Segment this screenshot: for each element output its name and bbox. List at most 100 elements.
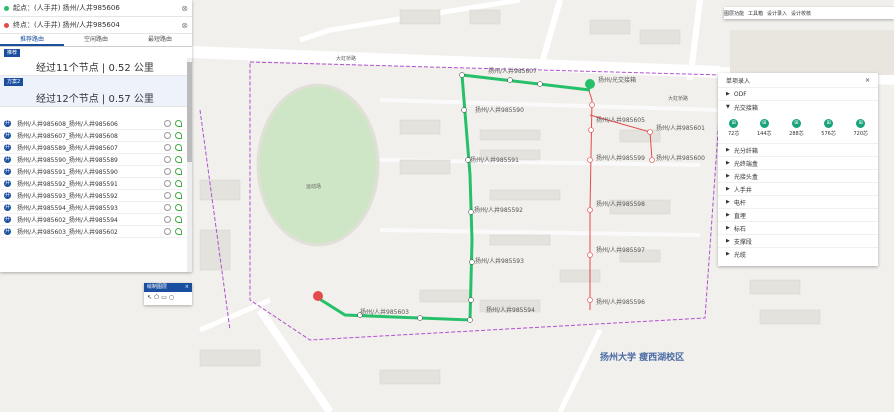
category-item[interactable]: ▶ 光分纤箱 <box>718 143 878 156</box>
category-item[interactable]: ▶ 人手井 <box>718 182 878 195</box>
tab-shortest[interactable]: 最短路由 <box>128 34 192 46</box>
end-point-row[interactable]: 终点：(人手井) 扬州/人井985604 ⊗ <box>0 17 192 34</box>
category-item[interactable]: ▶ 标石 <box>718 221 878 234</box>
stadium-field <box>256 83 380 247</box>
category-cross-box[interactable]: ▼ 光交接箱 <box>718 100 878 113</box>
rect-icon[interactable]: ▭ <box>161 294 167 301</box>
category-item[interactable]: ▶ 直埋 <box>718 208 878 221</box>
start-marker-icon[interactable] <box>313 291 323 301</box>
locate-icon[interactable] <box>164 228 171 235</box>
list-item[interactable]: 井扬州/人井985591_扬州/人井985590 <box>0 166 186 178</box>
tab-idle[interactable]: 空闲路由 <box>64 34 128 46</box>
pin-icon[interactable] <box>175 168 182 175</box>
node-icon: 井 <box>4 156 11 163</box>
polygon-icon[interactable]: ⬠ <box>154 294 159 301</box>
category-item[interactable]: ▶ 光终端盒 <box>718 156 878 169</box>
pin-icon[interactable] <box>175 144 182 151</box>
campus-label: 扬州大学 瘦西湖校区 <box>600 351 684 363</box>
pin-icon[interactable] <box>175 120 182 127</box>
list-item[interactable]: 井扬州/人井985608_扬州/人井985606 <box>0 118 186 130</box>
route-label: 扬州/人井985597 <box>596 246 645 254</box>
start-point-row[interactable]: 起点：(人手井) 扬州/人井985606 ⊗ <box>0 0 192 17</box>
clear-end-icon[interactable]: ⊗ <box>181 21 188 30</box>
route-label: 扬州/人井985591 <box>470 156 519 164</box>
pin-icon[interactable] <box>175 156 182 163</box>
size-720[interactable]: ⊞ 720芯 <box>853 119 868 137</box>
pin-icon[interactable] <box>175 204 182 211</box>
close-icon[interactable]: × <box>865 77 870 84</box>
route-panel: 起点：(人手井) 扬州/人井985606 ⊗ 终点：(人手井) 扬州/人井985… <box>0 0 192 272</box>
list-item[interactable]: 井扬州/人井985590_扬州/人井985589 <box>0 154 186 166</box>
node-icon: 井 <box>4 180 11 187</box>
list-item[interactable]: 井扬州/人井985589_扬州/人井985607 <box>0 142 186 154</box>
category-odf[interactable]: ▶ ODF <box>718 87 878 100</box>
locate-icon[interactable] <box>164 156 171 163</box>
list-item[interactable]: 井扬州/人井985602_扬州/人井985594 <box>0 214 186 226</box>
route-label: 扬州/人井985603 <box>360 308 409 316</box>
node-icon: 井 <box>4 168 11 175</box>
list-item[interactable]: 井扬州/人井985592_扬州/人井985591 <box>0 178 186 190</box>
stadium-label: 运动场 <box>306 183 321 190</box>
caret-right-icon: ▶ <box>726 212 730 218</box>
locate-icon[interactable] <box>164 204 171 211</box>
toolbar-check[interactable]: 设计校核 <box>791 10 811 17</box>
route-label: 扬州/人井985592 <box>474 206 523 214</box>
locate-icon[interactable] <box>164 132 171 139</box>
route-plan-2[interactable]: 方案2 经过12个节点 | 0.57 公里 <box>0 76 192 107</box>
entry-panel: 单项录入 × ▶ ODF ▼ 光交接箱 ⊞ 72芯 ⊞ 144芯 ⊞ 288芯 ⊞ 576芯 … <box>718 73 878 266</box>
size-72[interactable]: ⊞ 72芯 <box>728 119 739 137</box>
category-item[interactable]: ▶ 光接头盒 <box>718 169 878 182</box>
category-item[interactable]: ▶ 支撑段 <box>718 234 878 247</box>
locate-icon[interactable] <box>164 120 171 127</box>
caret-right-icon: ▶ <box>726 225 730 231</box>
locate-icon[interactable] <box>164 216 171 223</box>
list-item[interactable]: 井扬州/人井985594_扬州/人井985593 <box>0 202 186 214</box>
close-icon[interactable]: × <box>185 283 189 292</box>
draw-tool-panel: 绘制图层 × ↖ ⬠ ▭ ○ <box>144 283 192 305</box>
pin-icon[interactable] <box>175 216 182 223</box>
toolbar-layer[interactable]: 图层功能 <box>724 10 744 17</box>
pointer-icon[interactable]: ↖ <box>147 294 152 301</box>
pin-icon[interactable] <box>175 180 182 187</box>
locate-icon[interactable] <box>164 180 171 187</box>
list-item[interactable]: 井扬州/人井985607_扬州/人井985608 <box>0 130 186 142</box>
cross-box-icon: ⊞ <box>729 119 739 128</box>
end-dot-icon <box>4 22 9 28</box>
pin-icon[interactable] <box>175 192 182 199</box>
route-node-list: 井扬州/人井985608_扬州/人井985606 井扬州/人井985607_扬州… <box>0 118 186 238</box>
locate-icon[interactable] <box>164 144 171 151</box>
toolbar-design[interactable]: 设计录入 <box>767 10 787 17</box>
locate-icon[interactable] <box>164 168 171 175</box>
list-item[interactable]: 井扬州/人井985593_扬州/人井985592 <box>0 190 186 202</box>
circle-icon[interactable]: ○ <box>169 294 174 301</box>
category-item[interactable]: ▶ 电杆 <box>718 195 878 208</box>
cross-box-icon: ⊞ <box>759 119 769 128</box>
entry-panel-title: 单项录入 <box>726 77 751 85</box>
caret-right-icon: ▶ <box>726 199 730 205</box>
size-576[interactable]: ⊞ 576芯 <box>821 119 836 137</box>
list-scrollbar[interactable] <box>187 58 192 272</box>
pin-icon[interactable] <box>175 228 182 235</box>
pin-icon[interactable] <box>175 132 182 139</box>
end-marker-icon[interactable] <box>585 79 595 89</box>
size-144[interactable]: ⊞ 144芯 <box>757 119 772 137</box>
top-toolbar: 图层功能 工具箱 设计录入 设计校核 <box>724 7 894 19</box>
node-icon: 井 <box>4 144 11 151</box>
size-288[interactable]: ⊞ 288芯 <box>789 119 804 137</box>
route-label: 扬州/人井985600 <box>656 154 705 162</box>
route-plan-1[interactable]: 推荐 经过11个节点 | 0.52 公里 <box>0 47 192 76</box>
road-label: 大虹桥路 <box>336 55 356 62</box>
route-label: 扬州/人井985607 <box>488 67 537 75</box>
start-point-label: 起点：(人手井) 扬州/人井985606 <box>13 4 120 12</box>
category-item[interactable]: ▶ 光缆 <box>718 247 878 260</box>
caret-right-icon: ▶ <box>726 251 730 257</box>
caret-right-icon: ▶ <box>726 238 730 244</box>
clear-start-icon[interactable]: ⊗ <box>181 4 188 13</box>
toolbar-tools[interactable]: 工具箱 <box>748 10 763 17</box>
scroll-thumb[interactable] <box>187 62 192 162</box>
list-item[interactable]: 井扬州/人井985603_扬州/人井985602 <box>0 226 186 238</box>
caret-right-icon: ▶ <box>726 173 730 179</box>
locate-icon[interactable] <box>164 192 171 199</box>
cross-box-icon: ⊞ <box>791 119 801 128</box>
tab-recommended[interactable]: 推荐路由 <box>0 34 64 46</box>
